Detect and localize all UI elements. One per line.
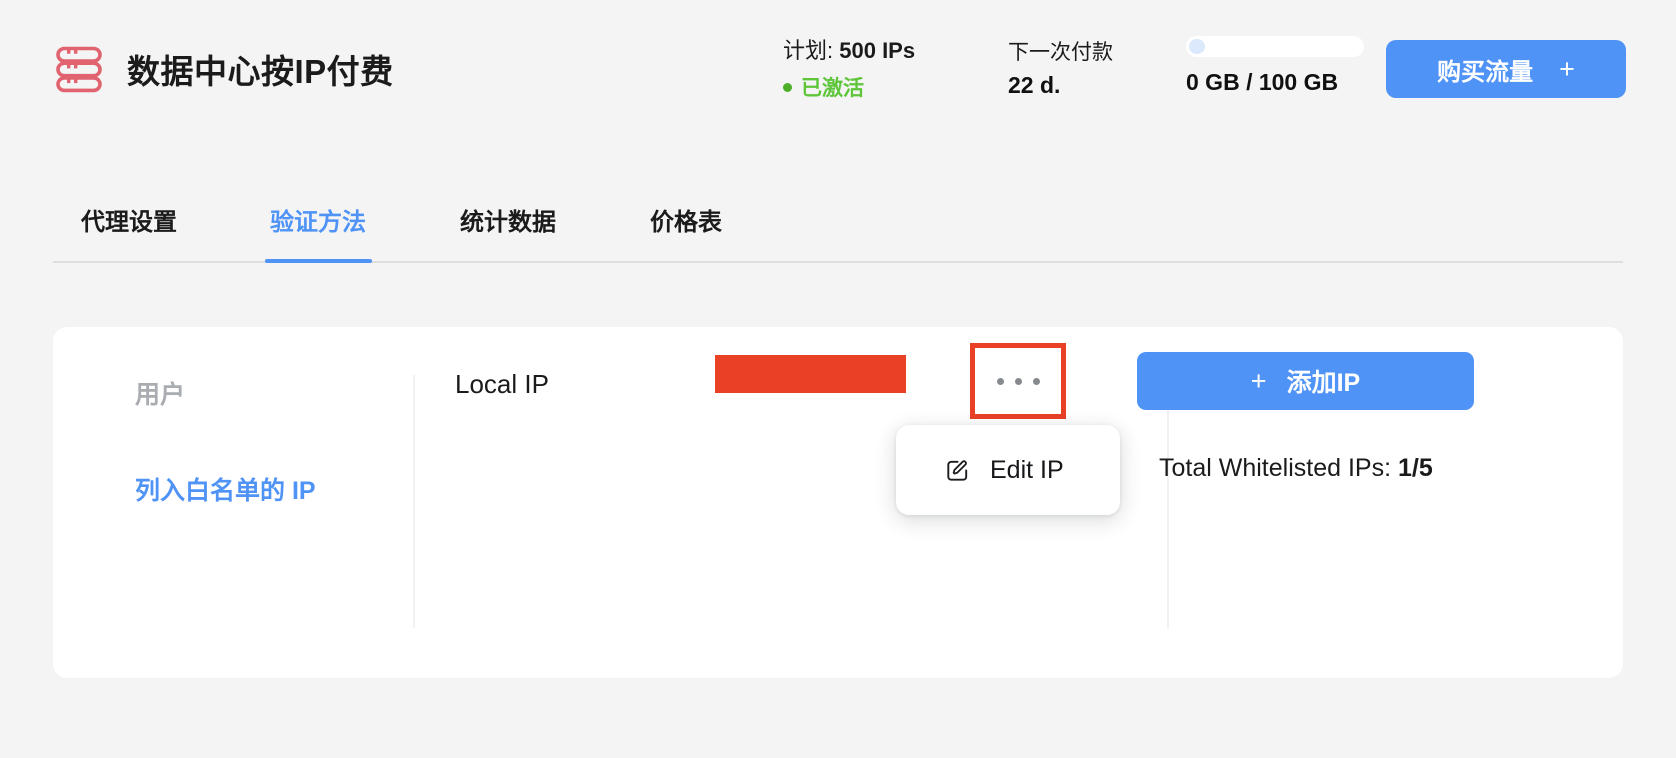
tab-bar: 代理设置 验证方法 统计数据 价格表 (53, 178, 1623, 263)
whitelist-card: 用户 列入白名单的 IP Local IP Edit IP + 添加IP Tot… (53, 327, 1623, 678)
sidebar-item-label: 列入白名单的 IP (135, 477, 316, 505)
brand: 数据中心按IP付费 (53, 43, 394, 95)
traffic-usage-label: 0 GB / 100 GB (1186, 69, 1339, 95)
sidebar-item-users[interactable]: 用户 (135, 375, 435, 411)
tab-statistics[interactable]: 统计数据 (460, 178, 556, 261)
ellipsis-icon (1014, 377, 1022, 385)
total-whitelisted-ips: Total Whitelisted IPs: 1/5 (1159, 454, 1433, 483)
next-payment-label: 下一次付款 (1008, 41, 1113, 64)
status-dot-icon (783, 82, 792, 92)
sidebar-item-label: 用户 (135, 381, 186, 409)
page-title: 数据中心按IP付费 (127, 52, 394, 90)
traffic-progress-bar (1186, 36, 1364, 57)
status-label: 已激活 (801, 77, 864, 100)
tab-label: 验证方法 (270, 209, 366, 236)
divider-right (1167, 375, 1169, 628)
total-value: 1/5 (1397, 454, 1433, 482)
menu-item-label: Edit IP (990, 455, 1064, 484)
divider-left (413, 375, 415, 628)
add-ip-label: 添加IP (1286, 369, 1361, 397)
plan-info: 计划: 500 IPs 已激活 (783, 33, 915, 102)
tab-label: 代理设置 (81, 209, 177, 236)
next-payment-info: 下一次付款 22 d. (1008, 36, 1113, 99)
total-label: Total Whitelisted IPs: (1159, 454, 1392, 482)
buy-traffic-label: 购买流量 (1437, 58, 1534, 86)
status-badge: 已激活 (783, 72, 915, 102)
ellipsis-icon (996, 377, 1004, 385)
tab-label: 价格表 (650, 209, 722, 236)
tab-proxy-settings[interactable]: 代理设置 (81, 178, 177, 261)
tab-label: 统计数据 (460, 209, 556, 236)
plan-value: 500 IPs (839, 38, 916, 63)
plan-label: 计划: (783, 38, 834, 63)
plus-icon: + (1250, 365, 1267, 396)
plan-line: 计划: 500 IPs (783, 33, 915, 65)
card-side-nav: 用户 列入白名单的 IP (135, 375, 435, 507)
row-options-dropdown: Edit IP (896, 425, 1120, 515)
sidebar-item-whitelisted-ip[interactable]: 列入白名单的 IP (135, 471, 435, 507)
traffic-usage: 0 GB / 100 GB (1186, 36, 1366, 96)
tab-price-list[interactable]: 价格表 (650, 178, 722, 261)
row-menu-wrap (970, 343, 1066, 419)
app-page: 数据中心按IP付费 计划: 500 IPs 已激活 下一次付款 22 d. 0 … (0, 0, 1676, 758)
next-payment-value: 22 d. (1008, 72, 1061, 98)
add-ip-button[interactable]: + 添加IP (1137, 352, 1474, 410)
server-stack-icon (53, 43, 105, 95)
ip-entry-label: Local IP (455, 369, 549, 399)
traffic-progress-fill (1189, 39, 1205, 54)
page-header: 数据中心按IP付费 计划: 500 IPs 已激活 下一次付款 22 d. 0 … (0, 0, 1676, 137)
ellipsis-icon (1032, 377, 1040, 385)
edit-square-icon (944, 457, 971, 484)
ip-value-redacted (715, 355, 906, 393)
buy-traffic-button[interactable]: 购买流量 + (1386, 40, 1626, 98)
menu-item-edit-ip[interactable]: Edit IP (896, 425, 1120, 515)
plus-icon: + (1559, 53, 1575, 84)
tab-authentication-method[interactable]: 验证方法 (265, 178, 372, 263)
row-options-button[interactable] (973, 346, 1063, 416)
